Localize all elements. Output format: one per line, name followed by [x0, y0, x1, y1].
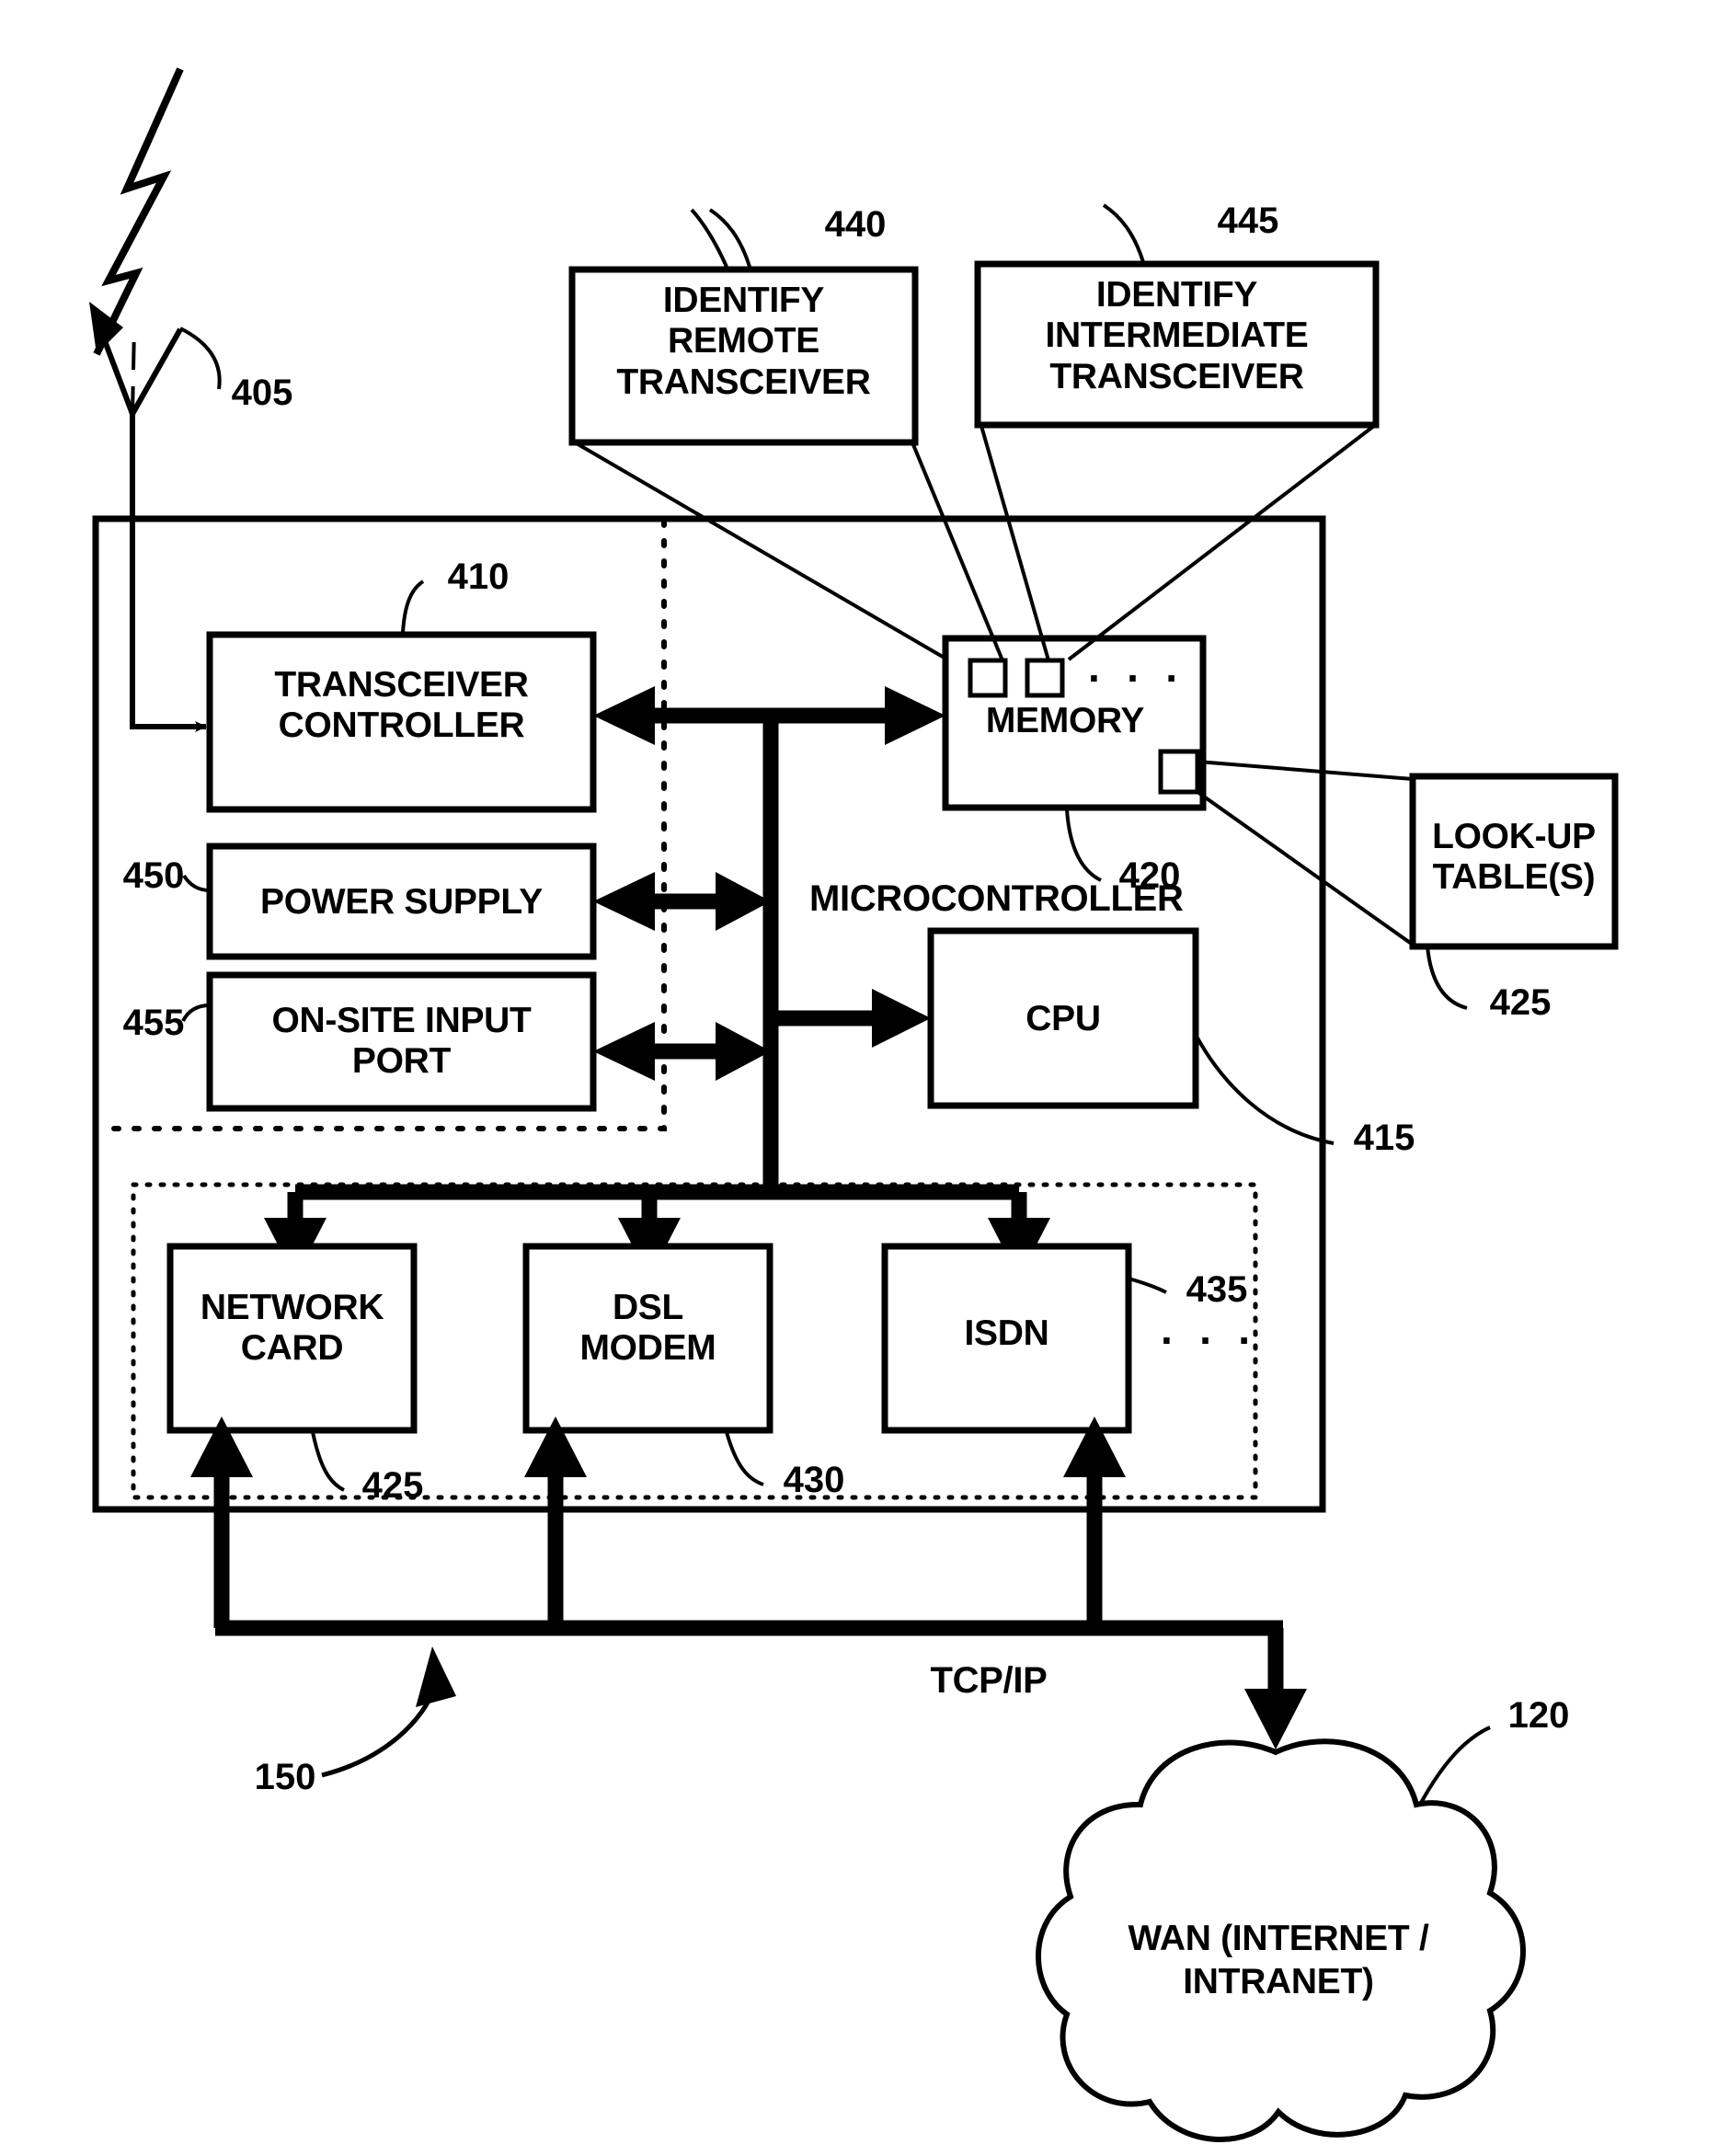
ref-numeral-445: 445 [1217, 201, 1279, 241]
ref-numeral-405: 405 [231, 373, 293, 413]
leader-425-networkcard [311, 1431, 345, 1492]
leader-150 [321, 1646, 456, 1778]
identify-remote-transceiver-label: IDENTIFY REMOTE TRANSCEIVER [616, 281, 871, 402]
memory-label: MEMORY [985, 701, 1145, 740]
network-interfaces-ellipsis: · · · [1161, 1316, 1259, 1364]
ref-numeral-435: 435 [1186, 1269, 1248, 1310]
leader-410 [401, 579, 425, 634]
ref-numeral-450: 450 [122, 855, 185, 896]
network-card-label: NETWORK CARD [200, 1288, 384, 1369]
cpu-label: CPU [1025, 999, 1101, 1038]
transceiver-controller-label: TRANSCEIVER CONTROLLER [274, 665, 529, 746]
identify-intermediate-transceiver-label: IDENTIFY INTERMEDIATE TRANSCEIVER [1045, 275, 1309, 396]
leader-120 [1419, 1726, 1491, 1804]
ref-numeral-430: 430 [783, 1460, 845, 1500]
ref-numeral-410: 410 [447, 556, 510, 597]
memory-cell-remote [968, 658, 1008, 698]
ref-numeral-440: 440 [824, 204, 887, 245]
wan-cloud-label: WAN (INTERNET / INTRANET) [1128, 1919, 1429, 2001]
ref-numeral-415: 415 [1353, 1118, 1415, 1158]
memory-cell-intermediate [1025, 658, 1065, 698]
leader-430 [725, 1431, 764, 1486]
memory-ellipsis: · · · [1088, 654, 1186, 702]
antenna-symbol [89, 67, 184, 501]
power-supply-label: POWER SUPPLY [259, 882, 544, 922]
dsl-modem-label: DSL MODEM [579, 1288, 716, 1369]
identify-to-memory-leaders [573, 424, 1376, 661]
patent-figure-canvas: IDENTIFY REMOTE TRANSCEIVER IDENTIFY INT… [0, 0, 1730, 2156]
ref-numeral-455: 455 [122, 1003, 185, 1043]
lookup-tables-label: LOOK-UP TABLE(S) [1432, 817, 1596, 898]
isdn-label: ISDN [964, 1313, 1049, 1353]
memory-cell-lookup [1158, 749, 1200, 795]
ref-numeral-425-networkcard: 425 [361, 1465, 424, 1506]
leader-415 [1194, 1034, 1335, 1145]
leader-435 [1128, 1277, 1167, 1294]
leader-420 [1065, 808, 1102, 882]
ref-numeral-120: 120 [1507, 1695, 1570, 1736]
ref-numeral-425-lookup: 425 [1489, 982, 1552, 1023]
onsite-input-port-label: ON-SITE INPUT PORT [271, 1001, 532, 1082]
antenna-feed-line [130, 501, 207, 732]
tcpip-link-label: TCP/IP [930, 1660, 1048, 1701]
ref-numeral-150: 150 [254, 1757, 316, 1797]
leader-425-lookup [1426, 946, 1468, 1010]
ref-numeral-420: 420 [1118, 855, 1181, 896]
